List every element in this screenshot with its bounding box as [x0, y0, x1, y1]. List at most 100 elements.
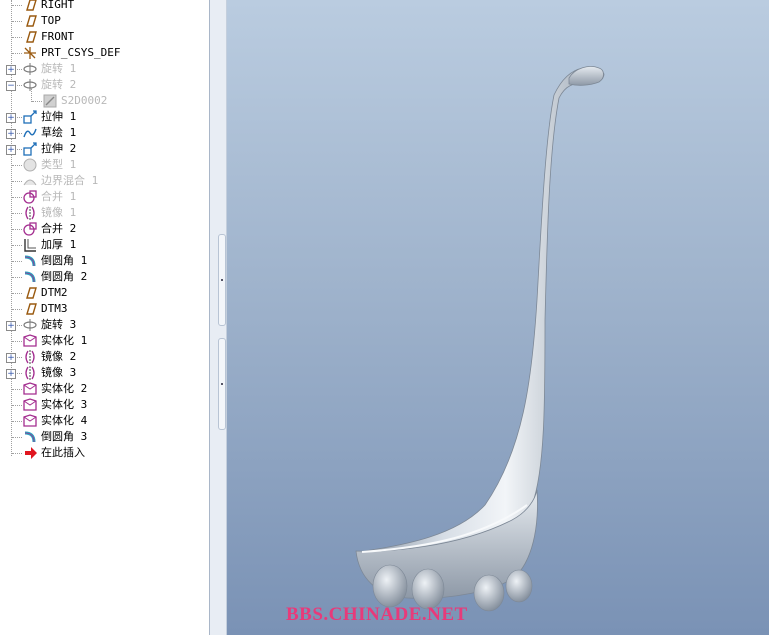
tree-connector-line [12, 453, 22, 454]
expand-icon[interactable]: + [6, 353, 16, 363]
datum-plane-icon [22, 0, 38, 13]
tree-item[interactable]: + 旋转 3 [0, 317, 210, 333]
expand-icon[interactable]: + [6, 129, 16, 139]
tree-item-label: S2D0002 [61, 94, 108, 107]
tree-item-label: 镜像 2 [41, 350, 77, 363]
boundary-blend-icon [22, 173, 38, 189]
solidify-icon [22, 381, 38, 397]
tree-item-label: 倒圆角 1 [41, 254, 88, 267]
tree-item-label: 类型 1 [41, 158, 77, 171]
tree-connector-line [12, 437, 22, 438]
expand-icon[interactable]: + [6, 321, 16, 331]
round-icon [22, 253, 38, 269]
expand-icon[interactable]: + [6, 145, 16, 155]
tree-connector-line [12, 245, 22, 246]
tree-item[interactable]: 加厚 1 [0, 237, 210, 253]
watermark-text: BBS.CHINADE.NET [286, 604, 468, 625]
tree-item[interactable]: 类型 1 [0, 157, 210, 173]
tree-item[interactable]: 倒圆角 1 [0, 253, 210, 269]
model-tree: RIGHT TOP FRONT PRT_CSYS_DEF + 旋转 1 − 旋转 2 S2D00… [0, 0, 210, 635]
tree-item-label: 实体化 1 [41, 334, 88, 347]
mirror-icon [22, 349, 38, 365]
tree-item-label: 镜像 1 [41, 206, 77, 219]
tree-connector-line [12, 341, 22, 342]
tree-item[interactable]: 实体化 1 [0, 333, 210, 349]
tree-item[interactable]: DTM3 [0, 301, 210, 317]
tree-item[interactable]: 边界混合 1 [0, 173, 210, 189]
tree-connector-line [31, 88, 32, 102]
tree-item[interactable]: + 拉伸 1 [0, 109, 210, 125]
mirror-icon [22, 205, 38, 221]
tree-connector-line [12, 5, 22, 6]
ladle-foot [411, 568, 445, 610]
sash-grip-icon [221, 279, 223, 281]
expand-icon[interactable]: + [6, 369, 16, 379]
tree-connector-line [12, 37, 22, 38]
tree-item-label: 合并 1 [41, 190, 77, 203]
tree-item[interactable]: 在此插入 [0, 445, 210, 461]
tree-item[interactable]: + 镜像 2 [0, 349, 210, 365]
solidify-icon [22, 413, 38, 429]
tree-item-label: 拉伸 2 [41, 142, 77, 155]
tree-connector-line [12, 421, 22, 422]
merge-icon [22, 189, 38, 205]
tree-item-label: 倒圆角 2 [41, 270, 88, 283]
tree-connector-line [12, 213, 22, 214]
style-icon [22, 157, 38, 173]
ladle-foot [505, 569, 533, 603]
tree-item[interactable]: 实体化 3 [0, 397, 210, 413]
revolve-icon [22, 77, 38, 93]
tree-connector-line [12, 277, 22, 278]
tree-connector-line [12, 261, 22, 262]
tree-item[interactable]: 合并 1 [0, 189, 210, 205]
tree-item[interactable]: 倒圆角 3 [0, 429, 210, 445]
tree-item[interactable]: + 旋转 1 [0, 61, 210, 77]
datum-plane-icon [22, 29, 38, 45]
tree-connector-line [12, 405, 22, 406]
splitter-sash-lower[interactable] [218, 338, 226, 430]
tree-item-label: 旋转 3 [41, 318, 77, 331]
tree-item-label: 镜像 3 [41, 366, 77, 379]
expand-icon[interactable]: + [6, 65, 16, 75]
tree-item[interactable]: RIGHT [0, 0, 210, 13]
solidify-icon [22, 397, 38, 413]
tree-item-label: 边界混合 1 [41, 174, 99, 187]
tree-item[interactable]: TOP [0, 13, 210, 29]
tree-item[interactable]: + 镜像 3 [0, 365, 210, 381]
tree-item[interactable]: + 拉伸 2 [0, 141, 210, 157]
tree-item-label: 拉伸 1 [41, 110, 77, 123]
tree-item[interactable]: + 草绘 1 [0, 125, 210, 141]
revolve-icon [22, 61, 38, 77]
collapse-icon[interactable]: − [6, 81, 16, 91]
tree-item[interactable]: DTM2 [0, 285, 210, 301]
tree-item[interactable]: 实体化 2 [0, 381, 210, 397]
datum-plane-icon [22, 285, 38, 301]
tree-connector-line [12, 53, 22, 54]
ladle-model[interactable] [227, 0, 769, 635]
tree-item[interactable]: 合并 2 [0, 221, 210, 237]
graphics-window[interactable]: BBS.CHINADE.NET [227, 0, 769, 635]
tree-item[interactable]: 倒圆角 2 [0, 269, 210, 285]
splitter-sash-upper[interactable] [218, 234, 226, 326]
tree-item[interactable]: FRONT [0, 29, 210, 45]
tree-connector-line [12, 21, 22, 22]
tree-item-label: 实体化 2 [41, 382, 88, 395]
round-icon [22, 269, 38, 285]
ladle-foot [473, 574, 505, 612]
tree-item[interactable]: 镜像 1 [0, 205, 210, 221]
tree-item-label: FRONT [41, 30, 75, 43]
thicken-icon [22, 237, 38, 253]
tree-item-label: 草绘 1 [41, 126, 77, 139]
tree-item[interactable]: PRT_CSYS_DEF [0, 45, 210, 61]
expand-icon[interactable]: + [6, 113, 16, 123]
tree-item[interactable]: 实体化 4 [0, 413, 210, 429]
tree-item-label: 加厚 1 [41, 238, 77, 251]
tree-connector-line [12, 165, 22, 166]
tree-item-label: 倒圆角 3 [41, 430, 88, 443]
tree-item-label: DTM2 [41, 286, 68, 299]
panel-splitter[interactable] [209, 0, 227, 635]
insert-here-arrow-icon [22, 445, 38, 461]
extrude-icon [22, 141, 38, 157]
tree-connector-line [12, 293, 22, 294]
mirror-icon [22, 365, 38, 381]
